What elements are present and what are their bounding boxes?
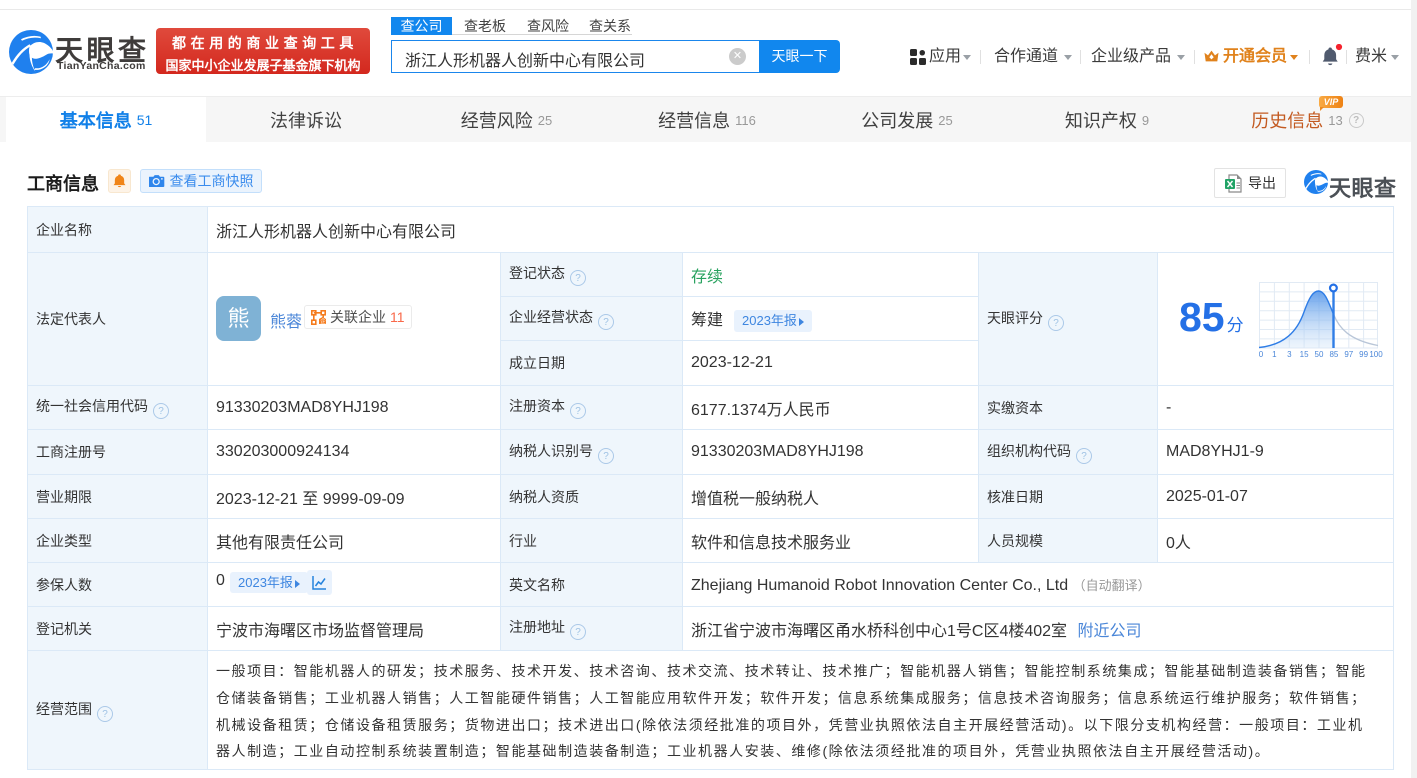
svg-text:3: 3	[1287, 350, 1292, 358]
svg-text:85: 85	[1329, 350, 1338, 358]
svg-text:15: 15	[1300, 350, 1309, 358]
svg-text:50: 50	[1315, 350, 1324, 358]
svg-text:0: 0	[1259, 350, 1264, 358]
svg-text:1: 1	[1272, 350, 1277, 358]
svg-text:97: 97	[1344, 350, 1353, 358]
svg-text:企: 企	[320, 317, 326, 325]
svg-text:99: 99	[1359, 350, 1368, 358]
svg-text:100: 100	[1369, 350, 1383, 358]
